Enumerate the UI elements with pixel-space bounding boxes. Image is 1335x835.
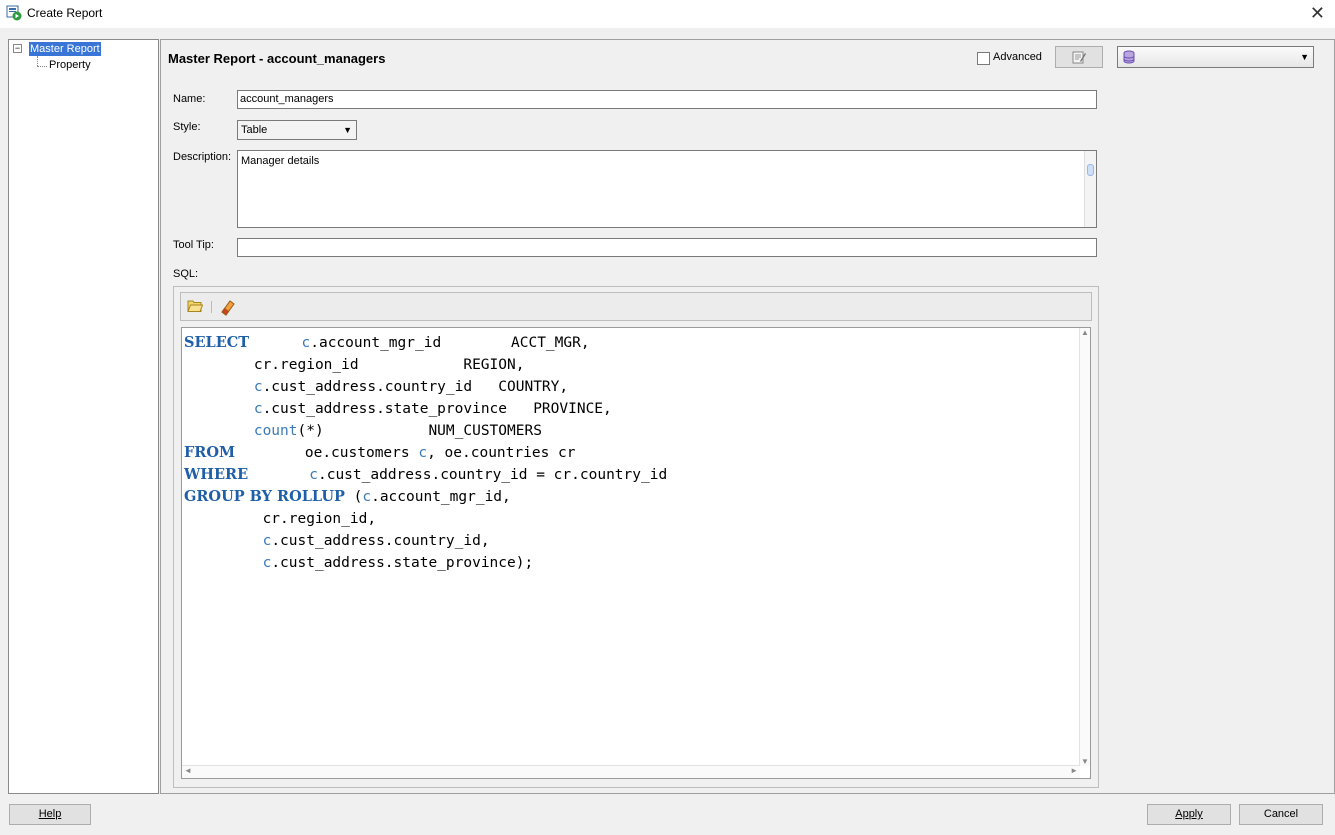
scroll-up-icon[interactable]: ▲ bbox=[1081, 328, 1089, 337]
scroll-down-icon[interactable]: ▼ bbox=[1081, 757, 1089, 766]
sql-panel: SELECT c.account_mgr_id ACCT_MGR, cr.reg… bbox=[173, 286, 1099, 788]
edit-button[interactable] bbox=[1055, 46, 1103, 68]
advanced-label[interactable]: Advanced bbox=[993, 51, 1042, 63]
tree-connector bbox=[37, 66, 47, 67]
tooltip-label: Tool Tip: bbox=[173, 239, 214, 251]
advanced-checkbox[interactable] bbox=[977, 52, 990, 65]
tooltip-input[interactable] bbox=[237, 238, 1097, 257]
tree-item-master-report[interactable]: Master Report bbox=[29, 42, 101, 56]
report-editor: Master Report - account_managers Advance… bbox=[160, 39, 1335, 794]
scroll-left-icon[interactable]: ◄ bbox=[184, 766, 192, 775]
sql-label: SQL: bbox=[173, 268, 199, 280]
sql-editor[interactable]: SELECT c.account_mgr_id ACCT_MGR, cr.reg… bbox=[181, 327, 1091, 779]
open-folder-icon[interactable] bbox=[187, 299, 203, 313]
toolbar-separator bbox=[211, 301, 212, 313]
description-value: Manager details bbox=[241, 155, 320, 167]
style-label: Style: bbox=[173, 121, 201, 133]
sql-vertical-scrollbar[interactable]: ▲ ▼ bbox=[1079, 328, 1090, 766]
tree-connector bbox=[37, 56, 38, 66]
chevron-down-icon: ▼ bbox=[1300, 52, 1309, 62]
sql-code[interactable]: SELECT c.account_mgr_id ACCT_MGR, cr.reg… bbox=[184, 332, 667, 574]
page-title: Master Report - account_managers bbox=[168, 51, 386, 66]
navigation-tree: − Master Report Property bbox=[8, 39, 159, 794]
edit-icon bbox=[1072, 51, 1086, 64]
scroll-right-icon[interactable]: ► bbox=[1070, 766, 1078, 775]
connection-select[interactable]: ▼ bbox=[1117, 46, 1314, 68]
chevron-down-icon: ▼ bbox=[343, 125, 352, 135]
description-textarea[interactable]: Manager details bbox=[237, 150, 1097, 228]
collapse-icon[interactable]: − bbox=[13, 44, 22, 53]
window-title: Create Report bbox=[27, 6, 103, 20]
eraser-icon[interactable] bbox=[219, 298, 237, 316]
style-value: Table bbox=[241, 124, 268, 136]
description-scrollbar[interactable] bbox=[1084, 151, 1096, 227]
sql-horizontal-scrollbar[interactable]: ◄ ► bbox=[182, 765, 1080, 778]
scroll-thumb[interactable] bbox=[1087, 164, 1094, 176]
name-input[interactable]: account_managers bbox=[237, 90, 1097, 109]
database-icon bbox=[1123, 50, 1135, 64]
help-button[interactable]: Help bbox=[9, 804, 91, 825]
apply-button[interactable]: Apply bbox=[1147, 804, 1231, 825]
tree-item-property[interactable]: Property bbox=[49, 59, 91, 71]
style-select[interactable]: Table ▼ bbox=[237, 120, 357, 140]
description-label: Description: bbox=[173, 151, 232, 163]
title-bar: Create Report ✕ bbox=[0, 0, 1335, 28]
cancel-button[interactable]: Cancel bbox=[1239, 804, 1323, 825]
name-label: Name: bbox=[173, 93, 206, 105]
close-icon[interactable]: ✕ bbox=[1310, 3, 1325, 24]
app-report-icon bbox=[6, 5, 22, 21]
sql-toolbar bbox=[180, 292, 1092, 321]
